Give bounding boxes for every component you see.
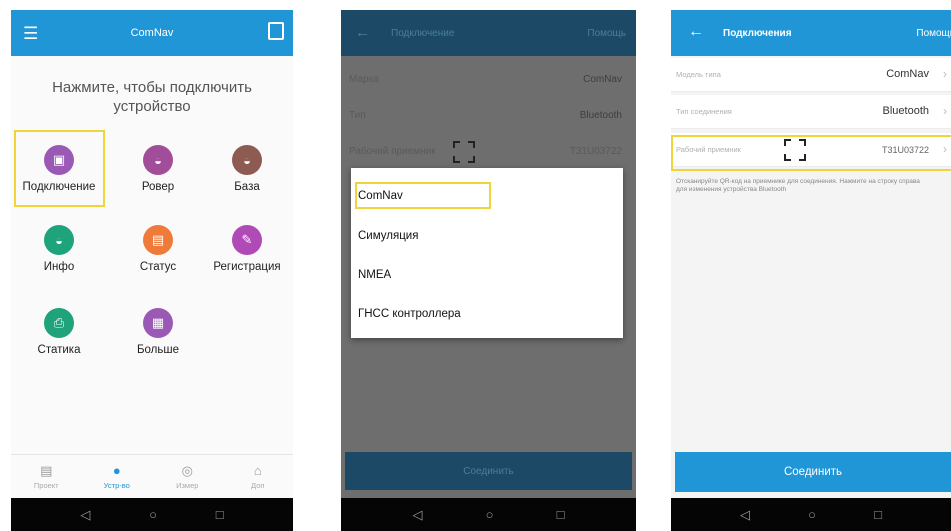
chevron-right-icon: › [943,104,947,118]
grid-item-registration[interactable]: ✎ Регистрация [201,225,293,273]
row-value: Bluetooth [579,110,622,121]
header-title: Подключение [391,28,455,39]
app-header: ← Подключение Помощь [341,10,636,56]
base-icon: ◒ [232,145,262,175]
connect-button[interactable]: Соединить [675,452,951,492]
tab-measure[interactable]: ◎ Измер [157,462,217,490]
grid-item-status[interactable]: ▤ Статус [112,225,204,273]
app-title: ComNav [130,27,174,39]
device-home-screen: ☰ ComNav Нажмите, чтобы подключить устро… [11,10,293,531]
back-arrow-icon[interactable]: ← [688,23,704,41]
row-value: T31U03722 [569,146,622,157]
receiver-highlight [671,135,951,171]
model-row[interactable]: Модель типа ComNav › [671,58,951,92]
back-nav-icon[interactable]: ◁ [80,507,90,523]
back-nav-icon[interactable]: ◁ [740,507,750,523]
connect-button[interactable]: Соединить [345,452,632,490]
row-value: Bluetooth [882,105,929,117]
option-nmea[interactable]: NMEA [358,269,391,281]
tab-label: Устр-во [103,480,130,490]
tab-extra[interactable]: ⌂ Доп [228,462,288,490]
registration-icon: ✎ [232,225,262,255]
tab-label: Доп [251,480,265,490]
connection-settings-screen: ← Подключения Помощь Модель типа ComNav … [671,10,951,531]
row-label: Рабочий приемник [349,146,436,157]
back-nav-icon[interactable]: ◁ [413,507,423,523]
home-nav-icon[interactable]: ○ [486,507,494,522]
tab-project[interactable]: ▤ Проект [16,462,76,490]
scan-icon[interactable] [268,22,284,40]
grid-item-static[interactable]: ⎙ Статика [13,308,105,356]
grid-item-base[interactable]: ◒ База [201,145,293,193]
recents-nav-icon[interactable]: □ [557,507,565,522]
home-nav-icon[interactable]: ○ [808,507,816,522]
row-label: Марка [349,74,379,85]
option-simulation[interactable]: Симуляция [358,230,418,242]
info-icon: ◒ [44,225,74,255]
grid-label: Регистрация [213,261,281,273]
prompt-line-2: устройство [113,98,191,115]
recents-nav-icon[interactable]: □ [874,507,882,522]
measure-icon: ◎ [181,462,193,478]
grid-item-more[interactable]: ▦ Больше [112,308,204,356]
row-label: Тип соединения [676,107,732,116]
scan-hint: Отсканируйте QR-код на приемнике для сое… [676,178,920,193]
system-nav-bar: ◁ ○ □ [341,498,636,531]
back-arrow-icon[interactable]: ← [355,24,370,41]
app-header: ← Подключения Помощь [671,10,951,56]
row-label: Модель типа [676,70,721,79]
row-value: ComNav [886,68,929,80]
connection-highlight [14,130,105,207]
more-icon: ▦ [143,308,173,338]
grid-label: Инфо [43,261,75,273]
grid-label: Ровер [141,181,175,193]
header-title: Подключения [723,28,792,39]
grid-label: Статика [37,344,81,356]
help-link[interactable]: Помощь [587,28,626,39]
grid-label: Статус [139,261,177,273]
project-icon: ▤ [40,462,53,478]
recents-nav-icon[interactable]: □ [216,507,224,522]
system-nav-bar: ◁ ○ □ [671,498,951,531]
device-content: Нажмите, чтобы подключить устройство ▣ П… [11,56,293,498]
option-gnss-controller[interactable]: ГНСС контроллера [358,308,461,320]
static-icon: ⎙ [44,308,74,338]
chevron-right-icon: › [943,67,947,81]
comnav-option-highlight [355,182,491,209]
status-icon: ▤ [143,225,173,255]
type-row[interactable]: Тип Bluetooth [341,98,636,134]
tab-device[interactable]: ● Устр-во [87,462,147,490]
rover-icon: ◒ [143,145,173,175]
tab-label: Проект [33,480,59,490]
tab-label: Измер [176,480,199,490]
help-link[interactable]: Помощь [916,28,951,39]
settings-content: Модель типа ComNav › Тип соединения Blue… [671,56,951,498]
row-value: ComNav [583,74,622,85]
dimmed-content: Марка ComNav Тип Bluetooth Рабочий прием… [341,56,636,498]
home-nav-icon[interactable]: ○ [149,507,157,522]
receiver-row[interactable]: Рабочий приемник T31U03722 [341,134,636,170]
grid-label: База [234,181,260,193]
system-nav-bar: ◁ ○ □ [11,498,293,531]
brand-row[interactable]: Марка ComNav [341,62,636,98]
app-header: ☰ ComNav [11,10,293,56]
connection-type-row[interactable]: Тип соединения Bluetooth › [671,95,951,129]
grid-label: Больше [136,344,179,356]
connect-prompt: Нажмите, чтобы подключить устройство [11,78,293,116]
bottom-tab-bar: ▤ Проект ● Устр-во ◎ Измер ⌂ Доп [11,454,293,498]
brand-options-dialog: ComNav Симуляция NMEA ГНСС контроллера [351,168,623,338]
brand-picker-screen: ← Подключение Помощь Марка ComNav Тип Bl… [341,10,636,531]
grid-item-info[interactable]: ◒ Инфо [13,225,105,273]
qr-scan-icon[interactable] [453,141,475,163]
row-label: Тип [349,110,366,121]
device-icon: ● [112,462,121,478]
prompt-line-1: Нажмите, чтобы подключить [52,79,252,96]
toolbox-icon: ⌂ [253,462,262,478]
grid-item-rover[interactable]: ◒ Ровер [112,145,204,193]
